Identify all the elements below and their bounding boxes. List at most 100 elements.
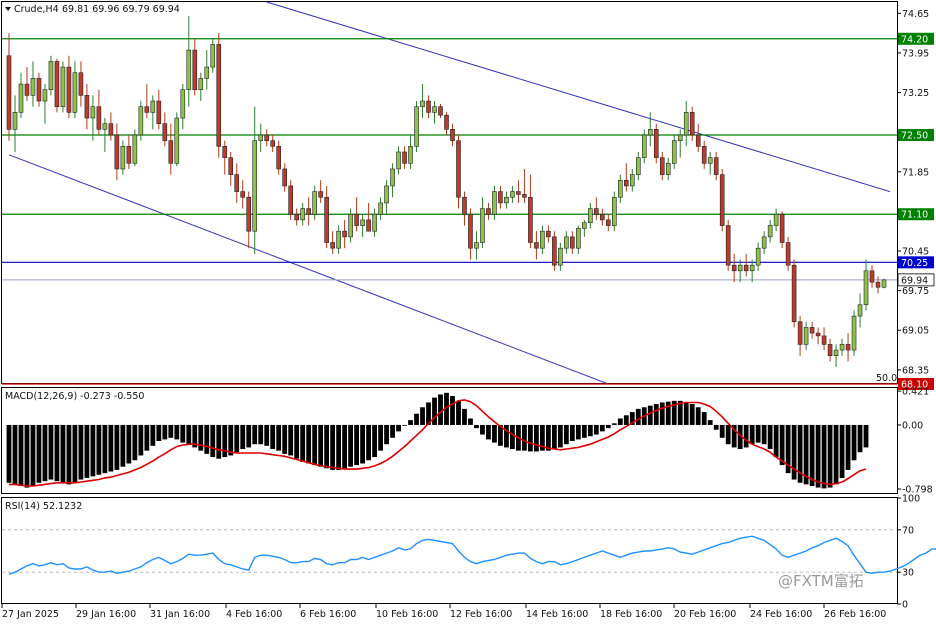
macd-bar <box>689 404 695 425</box>
macd-bar <box>24 424 30 488</box>
watermark: @FXTM富拓 <box>778 572 864 590</box>
macd-bar <box>180 424 186 443</box>
candle-body <box>204 66 210 79</box>
time-tick-label: 18 Feb 16:00 <box>600 609 662 620</box>
macd-bar <box>288 424 294 456</box>
candle-body <box>402 151 407 164</box>
trading-chart[interactable]: 74.65 73.95 73.25 72.50 71.85 71.10 70.45 69.75… <box>0 0 936 624</box>
candle-body <box>875 281 881 288</box>
time-tick-label: 12 Feb 16:00 <box>450 609 512 620</box>
candle-body <box>18 83 24 113</box>
macd-bar <box>563 424 569 445</box>
candle-body <box>564 236 569 249</box>
macd-bar <box>683 402 689 425</box>
candle-body <box>342 230 347 238</box>
candle-body <box>144 106 150 113</box>
candle-body <box>647 129 653 136</box>
macd-bar <box>54 424 60 482</box>
candle-body <box>444 114 449 130</box>
candle-body <box>108 123 114 136</box>
level-tag-label: 74.20 <box>901 34 928 45</box>
macd-bar <box>114 424 120 470</box>
time-tick-label: 31 Jan 16:00 <box>150 609 210 620</box>
candle-body <box>198 78 204 91</box>
macd-bar <box>312 424 318 466</box>
candle-body <box>276 146 281 170</box>
candle-body <box>354 213 359 226</box>
candle-body <box>174 117 180 164</box>
symbol-timeframe: Crude,H4 <box>14 4 59 15</box>
macd-bar <box>528 424 533 452</box>
macd-bar <box>276 424 282 451</box>
macd-bar <box>408 420 413 425</box>
candle-body <box>737 264 743 272</box>
macd-bar <box>707 420 713 425</box>
time-tick-label: 14 Feb 16:00 <box>526 609 588 620</box>
macd-bar <box>551 424 557 450</box>
macd-bar <box>228 424 234 456</box>
candle-body <box>114 134 120 170</box>
candle-body <box>612 196 617 226</box>
candle-body <box>510 191 515 198</box>
macd-bar <box>617 418 623 425</box>
macd-bar <box>336 424 342 470</box>
macd-bar <box>78 424 84 480</box>
rsi-tick-label: 70 <box>902 525 914 536</box>
candle-body <box>408 146 413 164</box>
candle-body <box>683 112 689 136</box>
macd-bar <box>204 424 210 454</box>
candle-body <box>216 44 222 147</box>
macd-bar <box>569 424 575 441</box>
symbol-header: Crude,H4 69.81 69.96 69.79 69.94 <box>5 4 180 15</box>
macd-bar <box>48 424 54 480</box>
macd-bar <box>743 424 749 448</box>
macd-bar <box>258 424 264 445</box>
candle-body <box>168 140 174 164</box>
macd-bar <box>42 424 48 482</box>
macd-bar <box>126 424 132 464</box>
candle-body <box>324 196 329 243</box>
macd-bar <box>659 402 665 425</box>
candle-body <box>78 72 84 96</box>
macd-bar <box>653 404 659 425</box>
macd-bar <box>66 424 72 485</box>
macd-tick-label: 0.421 <box>902 387 929 398</box>
candle-body <box>552 236 557 266</box>
macd-bar <box>438 394 443 425</box>
macd-bar <box>587 424 593 437</box>
candle-body <box>414 106 419 147</box>
macd-bar <box>372 424 377 458</box>
macd-bar <box>396 424 401 432</box>
candle-body <box>671 140 677 164</box>
candle <box>288 180 293 220</box>
candle-body <box>300 208 305 221</box>
macd-bar <box>492 424 497 443</box>
price-tick-label: 73.95 <box>902 48 929 59</box>
macd-bar <box>402 424 407 426</box>
candle-body <box>264 134 270 141</box>
time-tick-label: 10 Feb 16:00 <box>376 609 438 620</box>
macd-bar <box>713 424 719 430</box>
candle-body <box>288 185 293 215</box>
candle <box>60 61 66 113</box>
macd-bar <box>635 408 641 425</box>
macd-bar <box>36 424 42 483</box>
macd-bar <box>611 423 617 425</box>
macd-bar <box>60 424 66 483</box>
candle-body <box>132 134 138 164</box>
macd-bar <box>234 424 240 453</box>
macd-bar <box>815 424 821 488</box>
candle-body <box>623 179 629 187</box>
level-tag-label: 70.25 <box>901 258 928 269</box>
candle-body <box>102 123 108 130</box>
candle-body <box>30 78 36 96</box>
macd-bar <box>294 424 300 459</box>
macd-bar <box>354 424 360 466</box>
candle <box>54 58 60 113</box>
candle-body <box>84 95 90 119</box>
candle <box>779 211 785 249</box>
candle <box>174 112 180 167</box>
candle-body <box>486 208 491 215</box>
price-tick-label: 69.75 <box>902 286 929 297</box>
candle-body <box>318 191 323 198</box>
